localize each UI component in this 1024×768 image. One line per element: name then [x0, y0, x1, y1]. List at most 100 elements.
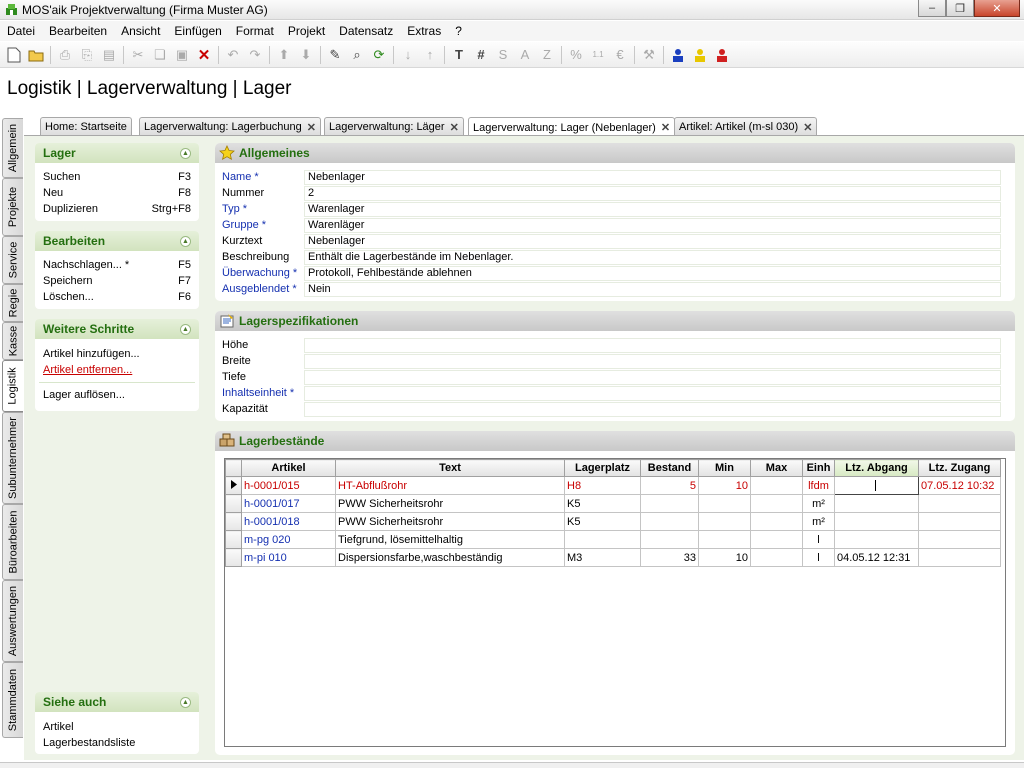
cell-ltz-abgang[interactable]: [834, 494, 919, 513]
cell-bestand[interactable]: [640, 512, 699, 531]
vtab-allgemein[interactable]: Allgemein: [2, 118, 23, 178]
column-header-text[interactable]: Text: [335, 459, 565, 477]
cell-einh[interactable]: m²: [802, 494, 835, 513]
cell-text[interactable]: Dispersionsfarbe,waschbeständig: [335, 548, 565, 567]
cell-max[interactable]: [750, 530, 803, 549]
column-header-ltz-zugang[interactable]: Ltz. Zugang: [918, 459, 1001, 477]
open-folder-icon[interactable]: [25, 44, 47, 66]
column-header-ltz-abgang[interactable]: Ltz. Abgang: [834, 459, 919, 477]
tiefe-input[interactable]: [304, 369, 1001, 385]
collapse-icon[interactable]: ▲: [180, 235, 191, 247]
panel-header[interactable]: Weitere Schritte ▲: [35, 319, 199, 339]
menu-datei[interactable]: Datei: [0, 24, 42, 38]
cell-text[interactable]: PWW Sicherheitsrohr: [335, 494, 565, 513]
tab-close-icon[interactable]: ✕: [803, 121, 812, 134]
cell-bestand[interactable]: 33: [640, 548, 699, 567]
cell-bestand[interactable]: [640, 530, 699, 549]
cell-artikel[interactable]: m-pg 020: [241, 530, 336, 549]
cell-einh[interactable]: l: [802, 530, 835, 549]
column-header-lagerplatz[interactable]: Lagerplatz: [564, 459, 641, 477]
cell-min[interactable]: [698, 512, 751, 531]
cell-ltz-zugang[interactable]: [918, 548, 1001, 567]
column-header-min[interactable]: Min: [698, 459, 751, 477]
link-lagerbestandsliste[interactable]: Lagerbestandsliste: [35, 735, 199, 751]
cell-einh[interactable]: lfdm: [802, 476, 835, 495]
cell-max[interactable]: [750, 494, 803, 513]
cell-artikel[interactable]: m-pi 010: [241, 548, 336, 567]
vtab-kasse[interactable]: Kasse: [2, 322, 23, 360]
copy-icon[interactable]: ❏: [149, 44, 171, 66]
cell-ltz-abgang[interactable]: 04.05.12 12:31: [834, 548, 919, 567]
menu-extras[interactable]: Extras: [400, 24, 448, 38]
z-format-icon[interactable]: Z: [536, 44, 558, 66]
maximize-button[interactable]: ❐: [946, 0, 974, 17]
panel-header[interactable]: Lager ▲: [35, 143, 199, 163]
tools-icon[interactable]: ⚒: [638, 44, 660, 66]
tab-laeger[interactable]: Lagerverwaltung: Läger ✕: [324, 117, 464, 136]
print-preview-icon[interactable]: ⎘: [76, 44, 98, 66]
column-header-artikel[interactable]: Artikel: [241, 459, 336, 477]
cell-bestand[interactable]: [640, 494, 699, 513]
tab-lager-nebenlager[interactable]: Lagerverwaltung: Lager (Nebenlager) ✕: [468, 117, 676, 137]
numbering-icon[interactable]: 1.1: [587, 44, 609, 66]
cell-lagerplatz[interactable]: M3: [564, 548, 641, 567]
action-nachschlagen[interactable]: Nachschlagen... * F5: [35, 257, 199, 273]
collapse-icon[interactable]: ▲: [180, 696, 191, 708]
link-artikel[interactable]: Artikel: [35, 719, 199, 735]
table-row[interactable]: m-pi 010 Dispersionsfarbe,waschbeständig…: [225, 548, 1001, 567]
row-header[interactable]: [225, 530, 242, 549]
user-red-icon[interactable]: [711, 44, 733, 66]
panel-header[interactable]: Bearbeiten ▲: [35, 231, 199, 251]
user-blue-icon[interactable]: [667, 44, 689, 66]
new-document-icon[interactable]: [3, 44, 25, 66]
tab-close-icon[interactable]: ✕: [661, 121, 670, 134]
move-down-icon[interactable]: ⬇: [295, 44, 317, 66]
action-loeschen[interactable]: Löschen... F6: [35, 289, 199, 305]
column-header-einh[interactable]: Einh: [802, 459, 835, 477]
tab-artikel[interactable]: Artikel: Artikel (m-sl 030) ✕: [674, 117, 818, 136]
vtab-projekte[interactable]: Projekte: [2, 178, 23, 236]
print-icon[interactable]: ⎙: [54, 44, 76, 66]
sort-ascending-icon[interactable]: ↓: [397, 44, 419, 66]
cell-text[interactable]: Tiefgrund, lösemittelhaltig: [335, 530, 565, 549]
table-row[interactable]: h-0001/018 PWW Sicherheitsrohr K5 m²: [225, 512, 1001, 531]
cell-ltz-zugang[interactable]: [918, 494, 1001, 513]
cell-ltz-zugang[interactable]: 07.05.12 10:32: [918, 476, 1001, 495]
table-row[interactable]: h-0001/017 PWW Sicherheitsrohr K5 m²: [225, 494, 1001, 513]
menu-einfuegen[interactable]: Einfügen: [167, 24, 228, 38]
typ-input[interactable]: Warenlager: [304, 201, 1001, 217]
search-icon[interactable]: ⌕: [346, 44, 368, 66]
vtab-subunternehmer[interactable]: Subunternehmer: [2, 412, 23, 504]
ueberwachung-input[interactable]: Protokoll, Fehlbestände ablehnen: [304, 265, 1001, 281]
cell-min[interactable]: 10: [698, 548, 751, 567]
export-icon[interactable]: ▤: [98, 44, 120, 66]
tab-home-startseite[interactable]: Home: Startseite: [40, 117, 132, 136]
table-row[interactable]: h-0001/015 HT-Abflußrohr H8 5 10 lfdm 07…: [225, 476, 1001, 495]
action-lager-aufloesen[interactable]: Lager auflösen...: [35, 387, 199, 403]
hoehe-input[interactable]: [304, 337, 1001, 353]
refresh-icon[interactable]: ⟳: [368, 44, 390, 66]
cell-max[interactable]: [750, 476, 803, 495]
cell-lagerplatz[interactable]: K5: [564, 512, 641, 531]
minimize-button[interactable]: ‒: [918, 0, 946, 17]
action-duplizieren[interactable]: Duplizieren Strg+F8: [35, 201, 199, 217]
move-up-icon[interactable]: ⬆: [273, 44, 295, 66]
cell-min[interactable]: [698, 494, 751, 513]
cell-lagerplatz[interactable]: [564, 530, 641, 549]
cell-lagerplatz[interactable]: H8: [564, 476, 641, 495]
kapazitaet-input[interactable]: [304, 401, 1001, 417]
cell-artikel[interactable]: h-0001/017: [241, 494, 336, 513]
cell-bestand[interactable]: 5: [640, 476, 699, 495]
current-row-indicator-icon[interactable]: [225, 476, 242, 495]
vtab-logistik[interactable]: Logistik: [2, 360, 23, 412]
tab-close-icon[interactable]: ✕: [450, 121, 459, 134]
vtab-auswertungen[interactable]: Auswertungen: [2, 580, 23, 662]
name-input[interactable]: Nebenlager: [304, 169, 1001, 185]
cell-ltz-abgang[interactable]: [834, 512, 919, 531]
column-header-bestand[interactable]: Bestand: [640, 459, 699, 477]
row-header[interactable]: [225, 494, 242, 513]
nummer-input[interactable]: 2: [304, 185, 1001, 201]
action-artikel-hinzufuegen[interactable]: Artikel hinzufügen...: [35, 346, 199, 362]
cell-ltz-abgang[interactable]: [834, 530, 919, 549]
delete-icon[interactable]: ✕: [193, 44, 215, 66]
